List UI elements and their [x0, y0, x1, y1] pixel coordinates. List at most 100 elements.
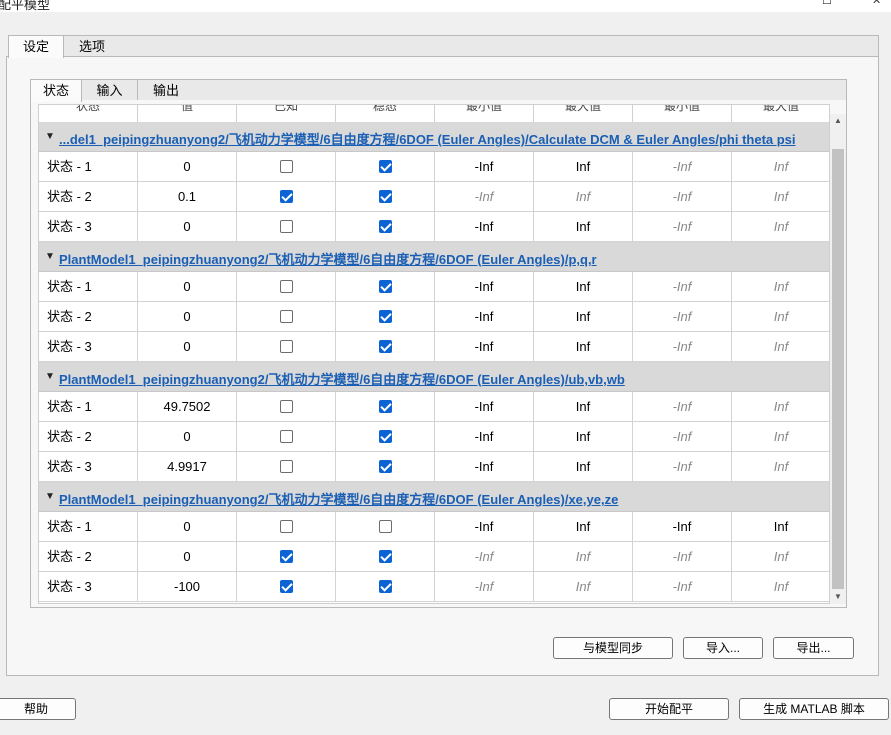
expand-arrow-icon[interactable]: ▼ [45, 371, 55, 382]
minimum-cell[interactable]: -Inf [435, 272, 534, 302]
steady-state-checkbox[interactable] [378, 460, 392, 474]
steady-state-checkbox[interactable] [378, 340, 392, 354]
maximum-2-cell[interactable]: Inf [732, 272, 829, 302]
minimum-2-cell[interactable]: -Inf [633, 422, 732, 452]
minimum-cell[interactable]: -Inf [435, 512, 534, 542]
value-cell[interactable]: 0 [138, 542, 237, 572]
steady-state-checkbox[interactable] [378, 580, 392, 594]
block-path-link[interactable]: PlantModel1_peipingzhuanyong2/飞机动力学模型/6自… [59, 249, 597, 268]
minimum-2-cell[interactable]: -Inf [633, 332, 732, 362]
header-value[interactable]: 值 [138, 105, 237, 123]
maximum-cell[interactable]: Inf [534, 422, 633, 452]
known-checkbox[interactable] [279, 550, 293, 564]
scrollbar-thumb[interactable] [832, 149, 844, 589]
value-cell[interactable]: 0 [138, 212, 237, 242]
steady-state-checkbox[interactable] [378, 190, 392, 204]
maximum-cell[interactable]: Inf [534, 332, 633, 362]
expand-arrow-icon[interactable]: ▼ [45, 251, 55, 262]
maximum-2-cell[interactable]: Inf [732, 332, 829, 362]
minimum-2-cell[interactable]: -Inf [633, 542, 732, 572]
known-checkbox[interactable] [279, 160, 293, 174]
value-cell[interactable]: 49.7502 [138, 392, 237, 422]
known-checkbox[interactable] [279, 430, 293, 444]
minimum-cell[interactable]: -Inf [435, 212, 534, 242]
value-cell[interactable]: 0 [138, 332, 237, 362]
minimum-cell[interactable]: -Inf [435, 302, 534, 332]
header-max-2[interactable]: 最大值 [732, 105, 829, 123]
minimum-2-cell[interactable]: -Inf [633, 452, 732, 482]
known-checkbox[interactable] [279, 400, 293, 414]
tab-settings[interactable]: 设定 [8, 35, 64, 58]
known-checkbox[interactable] [279, 190, 293, 204]
minimum-2-cell[interactable]: -Inf [633, 182, 732, 212]
value-cell[interactable]: 0 [138, 512, 237, 542]
steady-state-checkbox[interactable] [378, 310, 392, 324]
header-max[interactable]: 最大值 [534, 105, 633, 123]
maximum-2-cell[interactable]: Inf [732, 512, 829, 542]
value-cell[interactable]: 0.1 [138, 182, 237, 212]
maximum-cell[interactable]: Inf [534, 272, 633, 302]
vertical-scrollbar[interactable]: ▲ ▼ [830, 114, 846, 604]
known-checkbox[interactable] [279, 220, 293, 234]
group-header[interactable]: ▼ ...del1_peipingzhuanyong2/飞机动力学模型/6自由度方… [39, 122, 829, 152]
minimum-cell[interactable]: -Inf [435, 422, 534, 452]
block-path-link[interactable]: PlantModel1_peipingzhuanyong2/飞机动力学模型/6自… [59, 489, 618, 508]
minimum-cell[interactable]: -Inf [435, 542, 534, 572]
close-icon[interactable]: ✕ [872, 0, 884, 7]
minimum-cell[interactable]: -Inf [435, 572, 534, 602]
minimum-2-cell[interactable]: -Inf [633, 212, 732, 242]
expand-arrow-icon[interactable]: ▼ [45, 491, 55, 502]
value-cell[interactable]: 0 [138, 422, 237, 452]
steady-state-checkbox[interactable] [378, 160, 392, 174]
maximum-cell[interactable]: Inf [534, 542, 633, 572]
tab-states[interactable]: 状态 [30, 79, 82, 102]
group-header[interactable]: ▼ PlantModel1_peipingzhuanyong2/飞机动力学模型/6… [39, 242, 829, 272]
steady-state-checkbox[interactable] [378, 220, 392, 234]
maximum-2-cell[interactable]: Inf [732, 182, 829, 212]
minimum-cell[interactable]: -Inf [435, 332, 534, 362]
maximum-2-cell[interactable]: Inf [732, 542, 829, 572]
maximum-2-cell[interactable]: Inf [732, 152, 829, 182]
maximum-cell[interactable]: Inf [534, 152, 633, 182]
steady-state-checkbox[interactable] [378, 400, 392, 414]
maximum-cell[interactable]: Inf [534, 182, 633, 212]
known-checkbox[interactable] [279, 460, 293, 474]
minimum-cell[interactable]: -Inf [435, 452, 534, 482]
minimum-2-cell[interactable]: -Inf [633, 272, 732, 302]
maximum-cell[interactable]: Inf [534, 572, 633, 602]
value-cell[interactable]: 0 [138, 302, 237, 332]
start-trim-button[interactable]: 开始配平 [609, 698, 729, 720]
maximum-cell[interactable]: Inf [534, 452, 633, 482]
known-checkbox[interactable] [279, 580, 293, 594]
known-checkbox[interactable] [279, 340, 293, 354]
expand-arrow-icon[interactable]: ▼ [45, 131, 55, 142]
minimum-2-cell[interactable]: -Inf [633, 392, 732, 422]
minimum-2-cell[interactable]: -Inf [633, 152, 732, 182]
known-checkbox[interactable] [279, 520, 293, 534]
known-checkbox[interactable] [279, 310, 293, 324]
minimum-cell[interactable]: -Inf [435, 392, 534, 422]
tab-options[interactable]: 选项 [63, 35, 121, 56]
header-state[interactable]: 状态 [39, 105, 138, 123]
minimum-2-cell[interactable]: -Inf [633, 302, 732, 332]
group-header[interactable]: ▼ PlantModel1_peipingzhuanyong2/飞机动力学模型/6… [39, 362, 829, 392]
steady-state-checkbox[interactable] [378, 550, 392, 564]
maximum-2-cell[interactable]: Inf [732, 572, 829, 602]
known-checkbox[interactable] [279, 280, 293, 294]
export-button[interactable]: 导出... [773, 637, 854, 659]
block-path-link[interactable]: ...del1_peipingzhuanyong2/飞机动力学模型/6自由度方程… [59, 129, 796, 148]
minimum-cell[interactable]: -Inf [435, 152, 534, 182]
tab-outputs[interactable]: 输出 [137, 79, 195, 100]
steady-state-checkbox[interactable] [378, 430, 392, 444]
steady-state-checkbox[interactable] [378, 520, 392, 534]
header-min-2[interactable]: 最小值 [633, 105, 732, 123]
scroll-down-icon[interactable]: ▼ [834, 592, 842, 601]
generate-matlab-script-button[interactable]: 生成 MATLAB 脚本 [739, 698, 889, 720]
block-path-link[interactable]: PlantModel1_peipingzhuanyong2/飞机动力学模型/6自… [59, 369, 625, 388]
minimum-2-cell[interactable]: -Inf [633, 572, 732, 602]
header-known[interactable]: 已知 [237, 105, 336, 123]
import-button[interactable]: 导入... [683, 637, 763, 659]
header-steady[interactable]: 稳态 [336, 105, 435, 123]
maximum-cell[interactable]: Inf [534, 302, 633, 332]
group-header[interactable]: ▼ PlantModel1_peipingzhuanyong2/飞机动力学模型/6… [39, 482, 829, 512]
